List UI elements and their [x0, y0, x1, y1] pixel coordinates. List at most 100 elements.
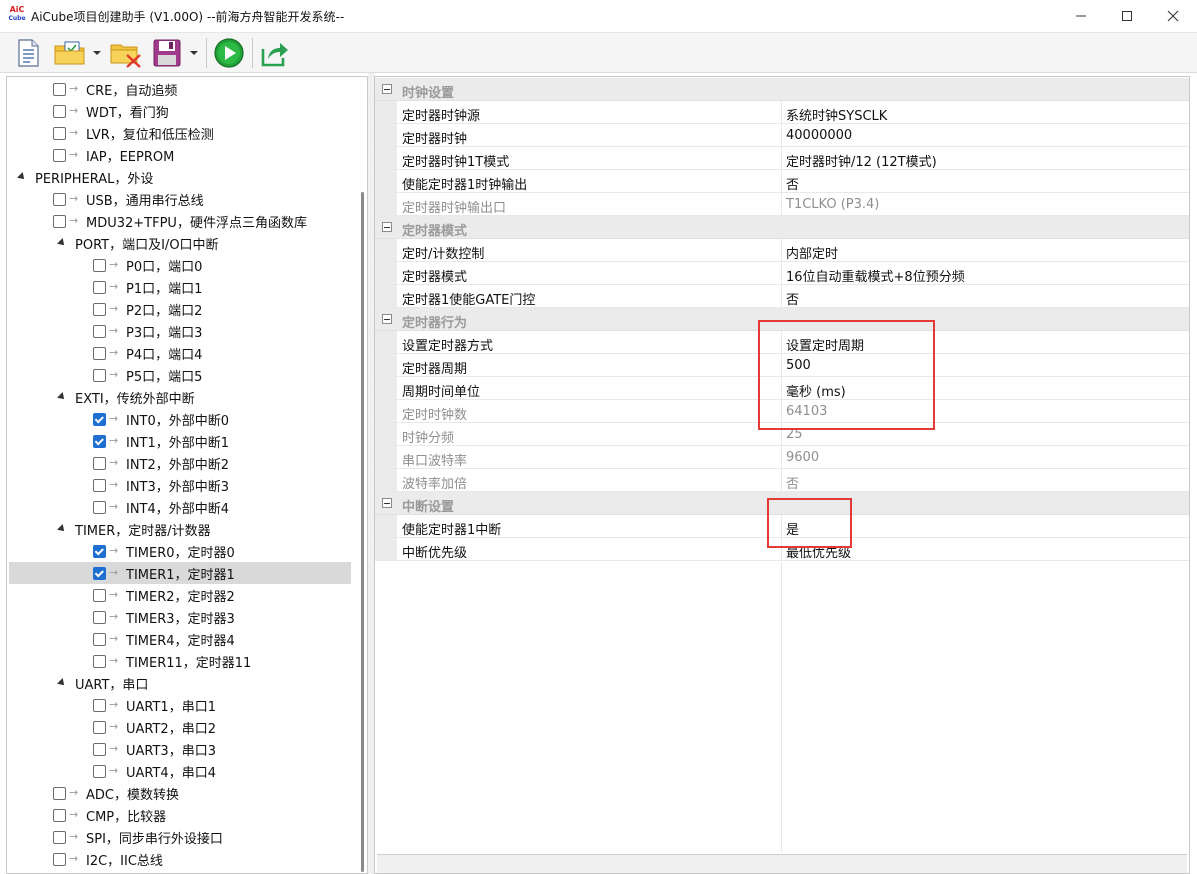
new-project-button[interactable]	[12, 37, 44, 69]
tree-item-selected[interactable]: → TIMER1，定时器1	[9, 562, 351, 584]
tree-item-checkbox[interactable]	[93, 324, 106, 338]
tree-item[interactable]: → P2口，端口2	[9, 298, 351, 320]
tree-item[interactable]: → P5口，端口5	[9, 364, 351, 386]
tree-item-checkbox[interactable]	[53, 214, 66, 228]
run-button[interactable]	[212, 37, 246, 69]
tree-item-checkbox[interactable]	[93, 588, 106, 602]
tree-item-checkbox[interactable]	[53, 192, 66, 206]
tree-item-checkbox[interactable]	[93, 566, 106, 580]
tree-item-checkbox[interactable]	[93, 698, 106, 712]
property-value[interactable]: 40000000	[786, 128, 852, 143]
save-project-dropdown[interactable]	[188, 37, 200, 69]
tree-item-checkbox[interactable]	[53, 852, 66, 866]
property-value[interactable]: 内部定时	[786, 243, 838, 262]
property-row[interactable]: 使能定时器1时钟输出 否	[375, 170, 1189, 193]
property-value[interactable]: 否	[786, 174, 799, 193]
tree-item[interactable]: → INT4，外部中断4	[9, 496, 351, 518]
expand-arrow-icon[interactable]	[57, 524, 67, 534]
tree-item[interactable]: → CMP，比较器	[9, 804, 351, 826]
tree-item-checkbox[interactable]	[53, 148, 66, 162]
tree-item-checkbox[interactable]	[93, 434, 106, 448]
collapse-icon[interactable]	[382, 498, 392, 508]
tree-item-checkbox[interactable]	[53, 126, 66, 140]
tree-item[interactable]: EXTI，传统外部中断	[9, 386, 351, 408]
tree-item-checkbox[interactable]	[93, 346, 106, 360]
tree-item-checkbox[interactable]	[93, 258, 106, 272]
tree-item-checkbox[interactable]	[53, 82, 66, 96]
tree-item[interactable]: → MDU32+TFPU，硬件浮点三角函数库	[9, 210, 351, 232]
property-row[interactable]: 定时/计数控制 内部定时	[375, 239, 1189, 262]
open-project-button[interactable]	[52, 37, 88, 69]
tree-item[interactable]: → P1口，端口1	[9, 276, 351, 298]
tree-scrollbar[interactable]	[357, 77, 367, 873]
tree-item[interactable]: → INT1，外部中断1	[9, 430, 351, 452]
tree-item-checkbox[interactable]	[93, 742, 106, 756]
property-value[interactable]: 16位自动重载模式+8位预分频	[786, 266, 965, 285]
property-category[interactable]: 定时器模式	[375, 216, 1189, 239]
tree-item[interactable]: → UART1，串口1	[9, 694, 351, 716]
tree-item[interactable]: → WDT，看门狗	[9, 100, 351, 122]
tree-item[interactable]: → TIMER2，定时器2	[9, 584, 351, 606]
tree-item[interactable]: → P0口，端口0	[9, 254, 351, 276]
tree-item[interactable]: → UART3，串口3	[9, 738, 351, 760]
tree-item[interactable]: → CRE，自动追频	[9, 78, 351, 100]
tree-item[interactable]: → USB，通用串行总线	[9, 188, 351, 210]
tree-item[interactable]: → I2C，IIC总线	[9, 848, 351, 870]
tree-item-checkbox[interactable]	[93, 456, 106, 470]
tree-item-checkbox[interactable]	[93, 654, 106, 668]
expand-arrow-icon[interactable]	[57, 392, 67, 402]
tree-item-checkbox[interactable]	[93, 280, 106, 294]
tree-item[interactable]: → P4口，端口4	[9, 342, 351, 364]
expand-arrow-icon[interactable]	[17, 172, 27, 182]
collapse-icon[interactable]	[382, 222, 392, 232]
tree-item[interactable]: → IAP，EEPROM	[9, 144, 351, 166]
property-grid[interactable]: 时钟设置 定时器时钟源 系统时钟SYSCLK 定时器时钟 40000000 定时器时钟1T…	[374, 76, 1190, 874]
open-project-dropdown[interactable]	[91, 37, 103, 69]
property-row[interactable]: 定时器模式 16位自动重载模式+8位预分频	[375, 262, 1189, 285]
tree-item[interactable]: → SPI，同步串行外设接口	[9, 826, 351, 848]
property-row[interactable]: 定时器时钟源 系统时钟SYSCLK	[375, 101, 1189, 124]
property-row[interactable]: 定时器时钟 40000000	[375, 124, 1189, 147]
close-button[interactable]	[1150, 0, 1196, 32]
close-project-button[interactable]	[108, 37, 144, 69]
tree-item[interactable]: TIMER，定时器/计数器	[9, 518, 351, 540]
export-button[interactable]	[257, 37, 291, 69]
tree-item[interactable]: → TIMER4，定时器4	[9, 628, 351, 650]
tree-item-checkbox[interactable]	[53, 808, 66, 822]
tree-item-checkbox[interactable]	[93, 500, 106, 514]
tree-item-checkbox[interactable]	[93, 632, 106, 646]
tree-item-checkbox[interactable]	[93, 302, 106, 316]
tree-item[interactable]: → TIMER3，定时器3	[9, 606, 351, 628]
tree-item-checkbox[interactable]	[53, 786, 66, 800]
property-row[interactable]: 定时器时钟1T模式 定时器时钟/12 (12T模式)	[375, 147, 1189, 170]
tree-item-checkbox[interactable]	[93, 544, 106, 558]
maximize-button[interactable]	[1104, 0, 1150, 32]
tree-item[interactable]: → ADC，模数转换	[9, 782, 351, 804]
tree-scrollbar-thumb[interactable]	[361, 192, 364, 872]
tree-item[interactable]: → INT0，外部中断0	[9, 408, 351, 430]
tree-item[interactable]: → TIMER0，定时器0	[9, 540, 351, 562]
property-value[interactable]: 否	[786, 289, 799, 308]
tree-item[interactable]: → INT2，外部中断2	[9, 452, 351, 474]
tree-item-checkbox[interactable]	[93, 764, 106, 778]
tree-item-checkbox[interactable]	[93, 368, 106, 382]
property-row[interactable]: 定时器1使能GATE门控 否	[375, 285, 1189, 308]
collapse-icon[interactable]	[382, 84, 392, 94]
save-project-button[interactable]	[150, 37, 184, 69]
property-category[interactable]: 时钟设置	[375, 78, 1189, 101]
property-value[interactable]: 定时器时钟/12 (12T模式)	[786, 151, 937, 170]
tree-item-checkbox[interactable]	[93, 412, 106, 426]
tree-item[interactable]: → TIMER11，定时器11	[9, 650, 351, 672]
minimize-button[interactable]	[1058, 0, 1104, 32]
tree-item[interactable]: → LVR，复位和低压检测	[9, 122, 351, 144]
expand-arrow-icon[interactable]	[57, 678, 67, 688]
peripheral-tree[interactable]: → CRE，自动追频 → WDT，看门狗 → LVR，复位和低压检测 → IAP，EEPROM…	[6, 76, 368, 874]
tree-item[interactable]: → UART2，串口2	[9, 716, 351, 738]
tree-item[interactable]: → P3口，端口3	[9, 320, 351, 342]
tree-item-checkbox[interactable]	[53, 104, 66, 118]
tree-item-checkbox[interactable]	[93, 478, 106, 492]
collapse-icon[interactable]	[382, 314, 392, 324]
tree-item[interactable]: → UART4，串口4	[9, 760, 351, 782]
tree-item[interactable]: → INT3，外部中断3	[9, 474, 351, 496]
tree-item[interactable]: PORT，端口及I/O口中断	[9, 232, 351, 254]
